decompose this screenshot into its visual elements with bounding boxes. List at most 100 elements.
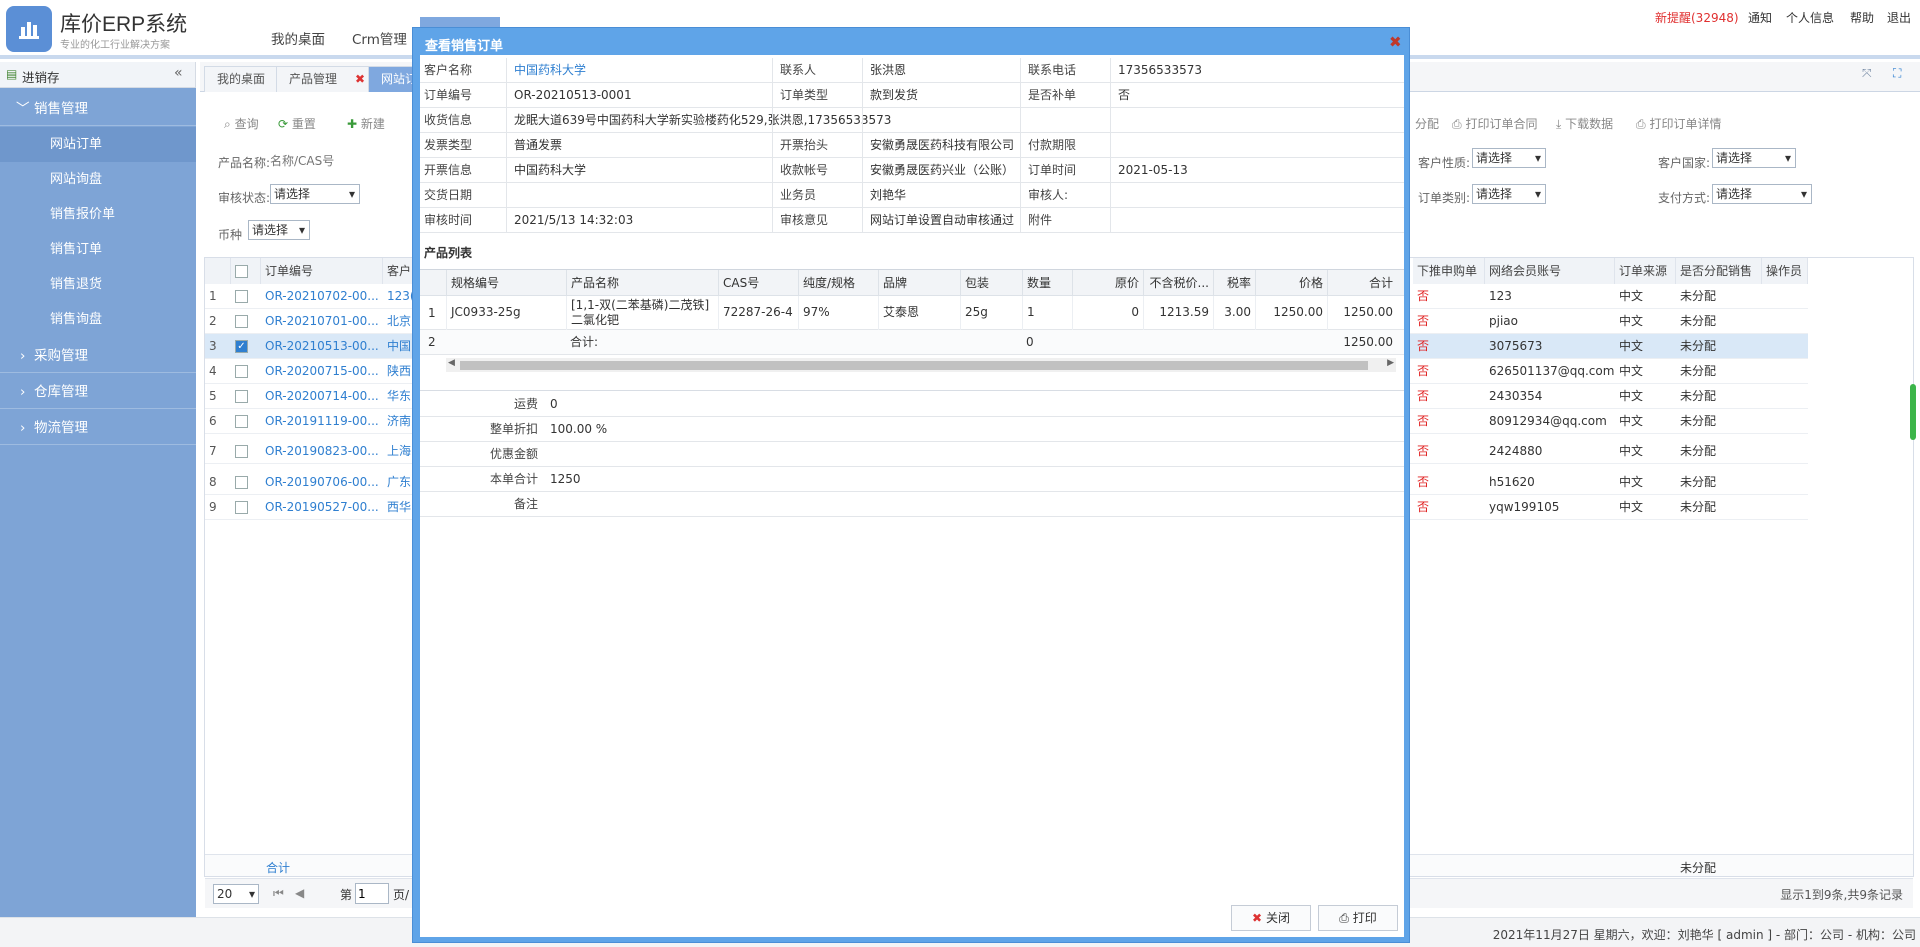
customer-link[interactable]: 北京 <box>383 309 413 334</box>
product-header[interactable]: 原价 <box>1072 270 1143 296</box>
order-cat-select[interactable]: 请选择 ▾ <box>1472 184 1546 204</box>
nav-crm[interactable]: Crm管理 <box>352 28 407 48</box>
assign-button[interactable]: 分配 <box>1415 115 1439 132</box>
product-header[interactable]: 纯度/规格 <box>798 270 878 296</box>
row-checkbox[interactable] <box>231 359 261 384</box>
scroll-left-icon[interactable]: ◀ <box>448 358 455 368</box>
info-value[interactable]: 中国药科大学 <box>510 58 586 83</box>
product-header[interactable]: 包装 <box>960 270 1022 296</box>
close-icon[interactable]: ✖ <box>355 67 365 91</box>
customer-link[interactable]: 中国 <box>383 334 413 359</box>
row-checkbox[interactable]: ✓ <box>231 334 261 359</box>
grid-header-push[interactable]: 下推申购单 <box>1413 258 1485 284</box>
order-source: 中文 <box>1619 500 1644 514</box>
link-logout[interactable]: 退出 <box>1887 9 1911 26</box>
print-contract-button[interactable]: ⎙ 打印订单合同 <box>1452 115 1537 132</box>
grid-header-customer[interactable]: 客户 <box>383 258 413 284</box>
order-link[interactable]: OR-20210701-00... <box>261 309 383 334</box>
sidebar-group-sales[interactable]: ﹀ 销售管理 <box>0 92 196 126</box>
audit-filter-select[interactable]: 请选择 ▾ <box>270 184 360 204</box>
row-checkbox[interactable] <box>231 470 261 495</box>
customer-link[interactable]: 陕西 <box>383 359 413 384</box>
sidebar-item-web-order[interactable]: 网站订单 <box>0 127 196 162</box>
row-checkbox[interactable] <box>231 439 261 464</box>
product-header[interactable]: 品牌 <box>878 270 960 296</box>
notification-count[interactable]: 新提醒(32948) <box>1655 9 1739 26</box>
sidebar-item-sales-order[interactable]: 销售订单 <box>0 232 196 267</box>
fullscreen-icon[interactable]: ⛶ <box>1893 66 1901 81</box>
grid-header-source[interactable]: 订单来源 <box>1615 258 1676 284</box>
sidebar-item-sales-return[interactable]: 销售退货 <box>0 267 196 302</box>
close-button[interactable]: ✖ 关闭 <box>1231 905 1311 931</box>
link-profile[interactable]: 个人信息 <box>1786 9 1834 26</box>
reset-button[interactable]: ⟳ 重置 <box>278 115 316 132</box>
row-checkbox[interactable] <box>231 495 261 520</box>
nav-desktop[interactable]: 我的桌面 <box>271 28 325 48</box>
customer-link[interactable]: 华东 <box>383 384 413 409</box>
order-link[interactable]: OR-20191119-00... <box>261 409 383 434</box>
order-link[interactable]: OR-20200715-00... <box>261 359 383 384</box>
product-header[interactable]: 税率 <box>1213 270 1255 296</box>
grid-header-order[interactable]: 订单编号 <box>261 258 383 284</box>
product-header[interactable]: CAS号 <box>718 270 798 296</box>
row-checkbox[interactable] <box>231 384 261 409</box>
cust-country-select[interactable]: 请选择 ▾ <box>1712 148 1796 168</box>
prev-page-icon[interactable]: ◀ <box>295 886 304 900</box>
sidebar-item-sales-inquiry[interactable]: 销售询盘 <box>0 302 196 337</box>
product-header[interactable]: 产品名称 <box>566 270 718 296</box>
print-detail-button[interactable]: ⎙ 打印订单详情 <box>1636 115 1721 132</box>
row-checkbox[interactable] <box>231 284 261 309</box>
order-link[interactable]: OR-20190706-00... <box>261 470 383 495</box>
row-checkbox[interactable] <box>231 309 261 334</box>
grid-header-member[interactable]: 网络会员账号 <box>1485 258 1615 284</box>
scroll-right-icon[interactable]: ▶ <box>1387 358 1394 368</box>
chevron-right-icon: › <box>20 420 26 436</box>
order-link[interactable]: OR-20210702-00... <box>261 284 383 309</box>
page-input[interactable] <box>355 883 389 904</box>
product-header[interactable]: 规格编号 <box>446 270 566 296</box>
grid-header-checkbox[interactable] <box>231 258 261 284</box>
sidebar-group-warehouse[interactable]: › 仓库管理 <box>0 375 196 409</box>
sidebar-item-web-inquiry[interactable]: 网站询盘 <box>0 162 196 197</box>
query-button[interactable]: ⌕ 查询 <box>224 115 259 132</box>
order-link[interactable]: OR-20210513-00... <box>261 334 383 359</box>
pay-method-select[interactable]: 请选择 ▾ <box>1712 184 1812 204</box>
product-hscroll[interactable]: ◀ ▶ <box>446 358 1396 372</box>
product-header[interactable]: 数量 <box>1022 270 1072 296</box>
first-page-icon[interactable]: ⏮ <box>273 886 284 901</box>
cust-nature-select[interactable]: 请选择 ▾ <box>1472 148 1546 168</box>
customer-link[interactable]: 123( <box>383 284 413 309</box>
print-button[interactable]: ⎙ 打印 <box>1318 905 1398 931</box>
link-notice[interactable]: 通知 <box>1748 9 1772 26</box>
product-header[interactable]: 价格 <box>1255 270 1327 296</box>
currency-filter-select[interactable]: 请选择 ▾ <box>248 220 310 240</box>
row-checkbox[interactable] <box>231 409 261 434</box>
product-header[interactable]: 不含税价... <box>1143 270 1213 296</box>
scrollbar-thumb[interactable] <box>460 361 1368 370</box>
order-link[interactable]: OR-20190823-00... <box>261 439 383 464</box>
sidebar-group-logistics[interactable]: › 物流管理 <box>0 411 196 445</box>
customer-link[interactable]: 广东 <box>383 470 413 495</box>
expand-icon[interactable]: ⤧ <box>1862 66 1872 81</box>
order-link[interactable]: OR-20190527-00... <box>261 495 383 520</box>
customer-link[interactable]: 上海 <box>383 439 413 464</box>
grid-header-operator[interactable]: 操作员 <box>1762 258 1808 284</box>
grid-header-assign[interactable]: 是否分配销售 <box>1676 258 1762 284</box>
new-button[interactable]: ✚ 新建 <box>347 115 385 132</box>
modal-close-icon[interactable]: ✖ <box>1389 33 1402 51</box>
scrollbar-thumb[interactable] <box>1910 384 1916 440</box>
order-link[interactable]: OR-20200714-00... <box>261 384 383 409</box>
summary-label: 备注 <box>513 497 538 511</box>
customer-link[interactable]: 西华 <box>383 495 413 520</box>
customer-link[interactable]: 济南 <box>383 409 413 434</box>
product-filter-input[interactable] <box>270 150 416 172</box>
download-button[interactable]: ⤓ 下载数据 <box>1556 115 1613 132</box>
collapse-icon[interactable]: « <box>174 65 183 81</box>
tab-desktop[interactable]: 我的桌面 <box>204 66 279 92</box>
product-header[interactable]: 合计 <box>1327 270 1397 296</box>
link-help[interactable]: 帮助 <box>1850 9 1874 26</box>
tab-product[interactable]: 产品管理 ✖ <box>276 66 371 92</box>
sidebar-group-purchase[interactable]: › 采购管理 <box>0 339 196 373</box>
page-size-select[interactable]: 20 ▾ <box>213 884 259 904</box>
sidebar-item-quote[interactable]: 销售报价单 <box>0 197 196 232</box>
